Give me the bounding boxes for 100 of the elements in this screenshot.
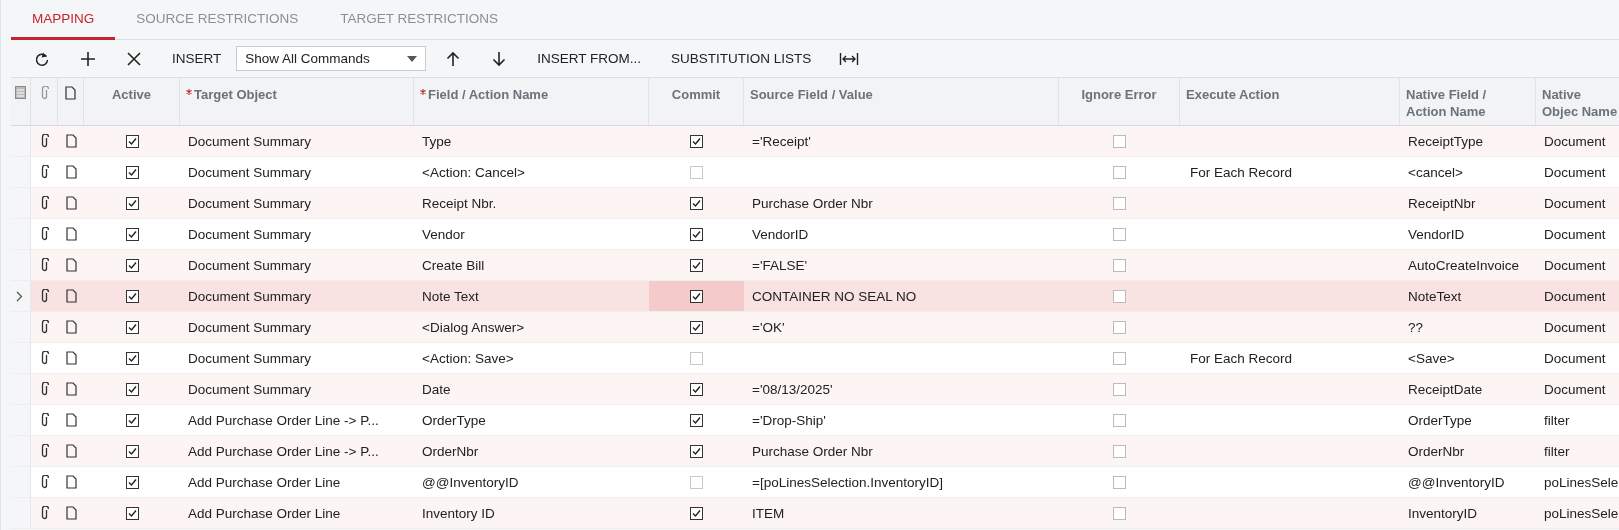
paperclip-icon[interactable] <box>40 475 49 489</box>
paperclip-icon[interactable] <box>40 444 49 458</box>
checked-checkbox[interactable] <box>690 227 703 241</box>
checkbox[interactable] <box>690 351 703 365</box>
table-cell: Document Summary <box>188 226 312 242</box>
paperclip-icon[interactable] <box>40 258 49 272</box>
file-icon[interactable] <box>65 196 77 210</box>
checked-checkbox[interactable] <box>125 320 139 334</box>
file-icon[interactable] <box>65 444 77 458</box>
checkbox[interactable] <box>1113 289 1126 303</box>
file-icon[interactable] <box>65 320 77 334</box>
column-header: Native Field / Action Name <box>1406 86 1488 120</box>
table-cell: Document Summary <box>188 381 312 397</box>
file-icon[interactable] <box>65 134 77 148</box>
checkbox[interactable] <box>1113 444 1126 458</box>
checked-checkbox[interactable] <box>690 134 703 148</box>
table-row[interactable]: Add Purchase Order Line @@InventoryID =[poLinesSelection.InventoryID] @@InventoryID poLinesSele <box>11 467 1619 498</box>
paperclip-icon[interactable] <box>40 289 49 303</box>
table-row[interactable]: Document Summary <Action: Save> For Each Record <Save> Document <box>11 343 1619 374</box>
checked-checkbox[interactable] <box>125 444 139 458</box>
paperclip-icon[interactable] <box>40 134 49 148</box>
checkbox[interactable] <box>1113 320 1126 334</box>
table-cell: ReceiptNbr <box>1408 195 1476 211</box>
table-cell: Inventory ID <box>422 505 495 521</box>
checked-checkbox[interactable] <box>125 165 139 179</box>
file-icon[interactable] <box>65 227 77 241</box>
checked-checkbox[interactable] <box>690 506 703 520</box>
file-icon[interactable] <box>65 351 77 365</box>
checked-checkbox[interactable] <box>690 258 703 272</box>
checkbox[interactable] <box>1113 413 1126 427</box>
table-row[interactable]: Document Summary <Dialog Answer> ='OK' ?? Document <box>11 312 1619 343</box>
checkbox[interactable] <box>1113 382 1126 396</box>
file-icon[interactable] <box>65 382 77 396</box>
table-row[interactable]: Add Purchase Order Line -> P... OrderType ='Drop-Ship' OrderType filter <box>11 405 1619 436</box>
focused-cell[interactable] <box>649 281 744 312</box>
table-cell: AutoCreateInvoice <box>1408 257 1520 273</box>
file-icon[interactable] <box>65 165 77 179</box>
paperclip-icon[interactable] <box>40 351 49 365</box>
paperclip-icon[interactable] <box>40 382 49 396</box>
checked-checkbox[interactable] <box>690 320 703 334</box>
file-icon[interactable] <box>65 289 77 303</box>
table-cell: Document <box>1544 257 1606 273</box>
table-cell: NoteText <box>1408 288 1462 304</box>
table-cell: Document Summary <box>188 319 312 335</box>
table-row[interactable]: Document Summary Type ='Receipt' ReceiptType Document <box>11 126 1619 157</box>
table-row[interactable]: Document Summary Create Bill ='FALSE' AutoCreateInvoice Document <box>11 250 1619 281</box>
file-icon[interactable] <box>65 475 77 489</box>
file-icon[interactable] <box>65 506 77 520</box>
insert-button[interactable]: INSERT <box>157 43 237 74</box>
paperclip-icon[interactable] <box>40 165 49 179</box>
column-header: Target Object <box>194 86 277 103</box>
table-cell: ='FALSE' <box>752 257 808 273</box>
checked-checkbox[interactable] <box>125 134 139 148</box>
insert-from-button[interactable]: INSERT FROM... <box>522 43 657 74</box>
checkbox[interactable] <box>1113 258 1126 272</box>
command-filter-dropdown[interactable]: Show All Commands <box>236 46 427 71</box>
checked-checkbox[interactable] <box>125 382 139 396</box>
table-row[interactable]: Document Summary <Action: Cancel> For Each Record <cancel> Document <box>11 157 1619 188</box>
checked-checkbox[interactable] <box>690 289 703 303</box>
checkbox[interactable] <box>1113 506 1126 520</box>
checkbox[interactable] <box>690 475 703 489</box>
paperclip-icon[interactable] <box>40 413 49 427</box>
table-row[interactable]: Document Summary Note Text CONTAINER NO SEAL NO NoteText Document <box>11 281 1619 312</box>
checked-checkbox[interactable] <box>125 351 139 365</box>
file-icon[interactable] <box>65 413 77 427</box>
checkbox[interactable] <box>1113 196 1126 210</box>
table-row[interactable]: Document Summary Vendor VendorID VendorID Document <box>11 219 1619 250</box>
checked-checkbox[interactable] <box>690 413 703 427</box>
table-row[interactable]: Add Purchase Order Line Inventory ID ITEM InventoryID poLinesSele <box>11 498 1619 529</box>
table-cell: Purchase Order Nbr <box>752 443 873 459</box>
table-cell: VendorID <box>752 226 809 242</box>
checkbox[interactable] <box>1113 475 1126 489</box>
checked-checkbox[interactable] <box>125 475 139 489</box>
checkbox[interactable] <box>690 165 703 179</box>
checked-checkbox[interactable] <box>125 506 139 520</box>
checkbox[interactable] <box>1113 165 1126 179</box>
paperclip-icon[interactable] <box>40 227 49 241</box>
paperclip-icon[interactable] <box>40 320 49 334</box>
file-icon[interactable] <box>65 258 77 272</box>
checked-checkbox[interactable] <box>125 227 139 241</box>
paperclip-icon[interactable] <box>40 506 49 520</box>
table-row[interactable]: Add Purchase Order Line -> P... OrderNbr Purchase Order Nbr OrderNbr filter <box>11 436 1619 467</box>
paperclip-icon[interactable] <box>40 196 49 210</box>
table-cell: Document <box>1544 288 1606 304</box>
checked-checkbox[interactable] <box>125 413 139 427</box>
table-cell: @@InventoryID <box>422 474 519 490</box>
table-row[interactable]: Document Summary Receipt Nbr. Purchase Order Nbr ReceiptNbr Document <box>11 188 1619 219</box>
checked-checkbox[interactable] <box>690 196 703 210</box>
checkbox[interactable] <box>1113 227 1126 241</box>
checked-checkbox[interactable] <box>690 444 703 458</box>
substitution-lists-button[interactable]: SUBSTITUTION LISTS <box>656 43 827 74</box>
tab[interactable]: MAPPING <box>11 0 116 40</box>
checked-checkbox[interactable] <box>125 289 139 303</box>
checkbox[interactable] <box>1113 351 1126 365</box>
checkbox[interactable] <box>1113 134 1126 148</box>
checked-checkbox[interactable] <box>125 258 139 272</box>
table-row[interactable]: Document Summary Date ='08/13/2025' ReceiptDate Document <box>11 374 1619 405</box>
checked-checkbox[interactable] <box>125 196 139 210</box>
column-header: Active <box>112 86 151 103</box>
checked-checkbox[interactable] <box>690 382 703 396</box>
